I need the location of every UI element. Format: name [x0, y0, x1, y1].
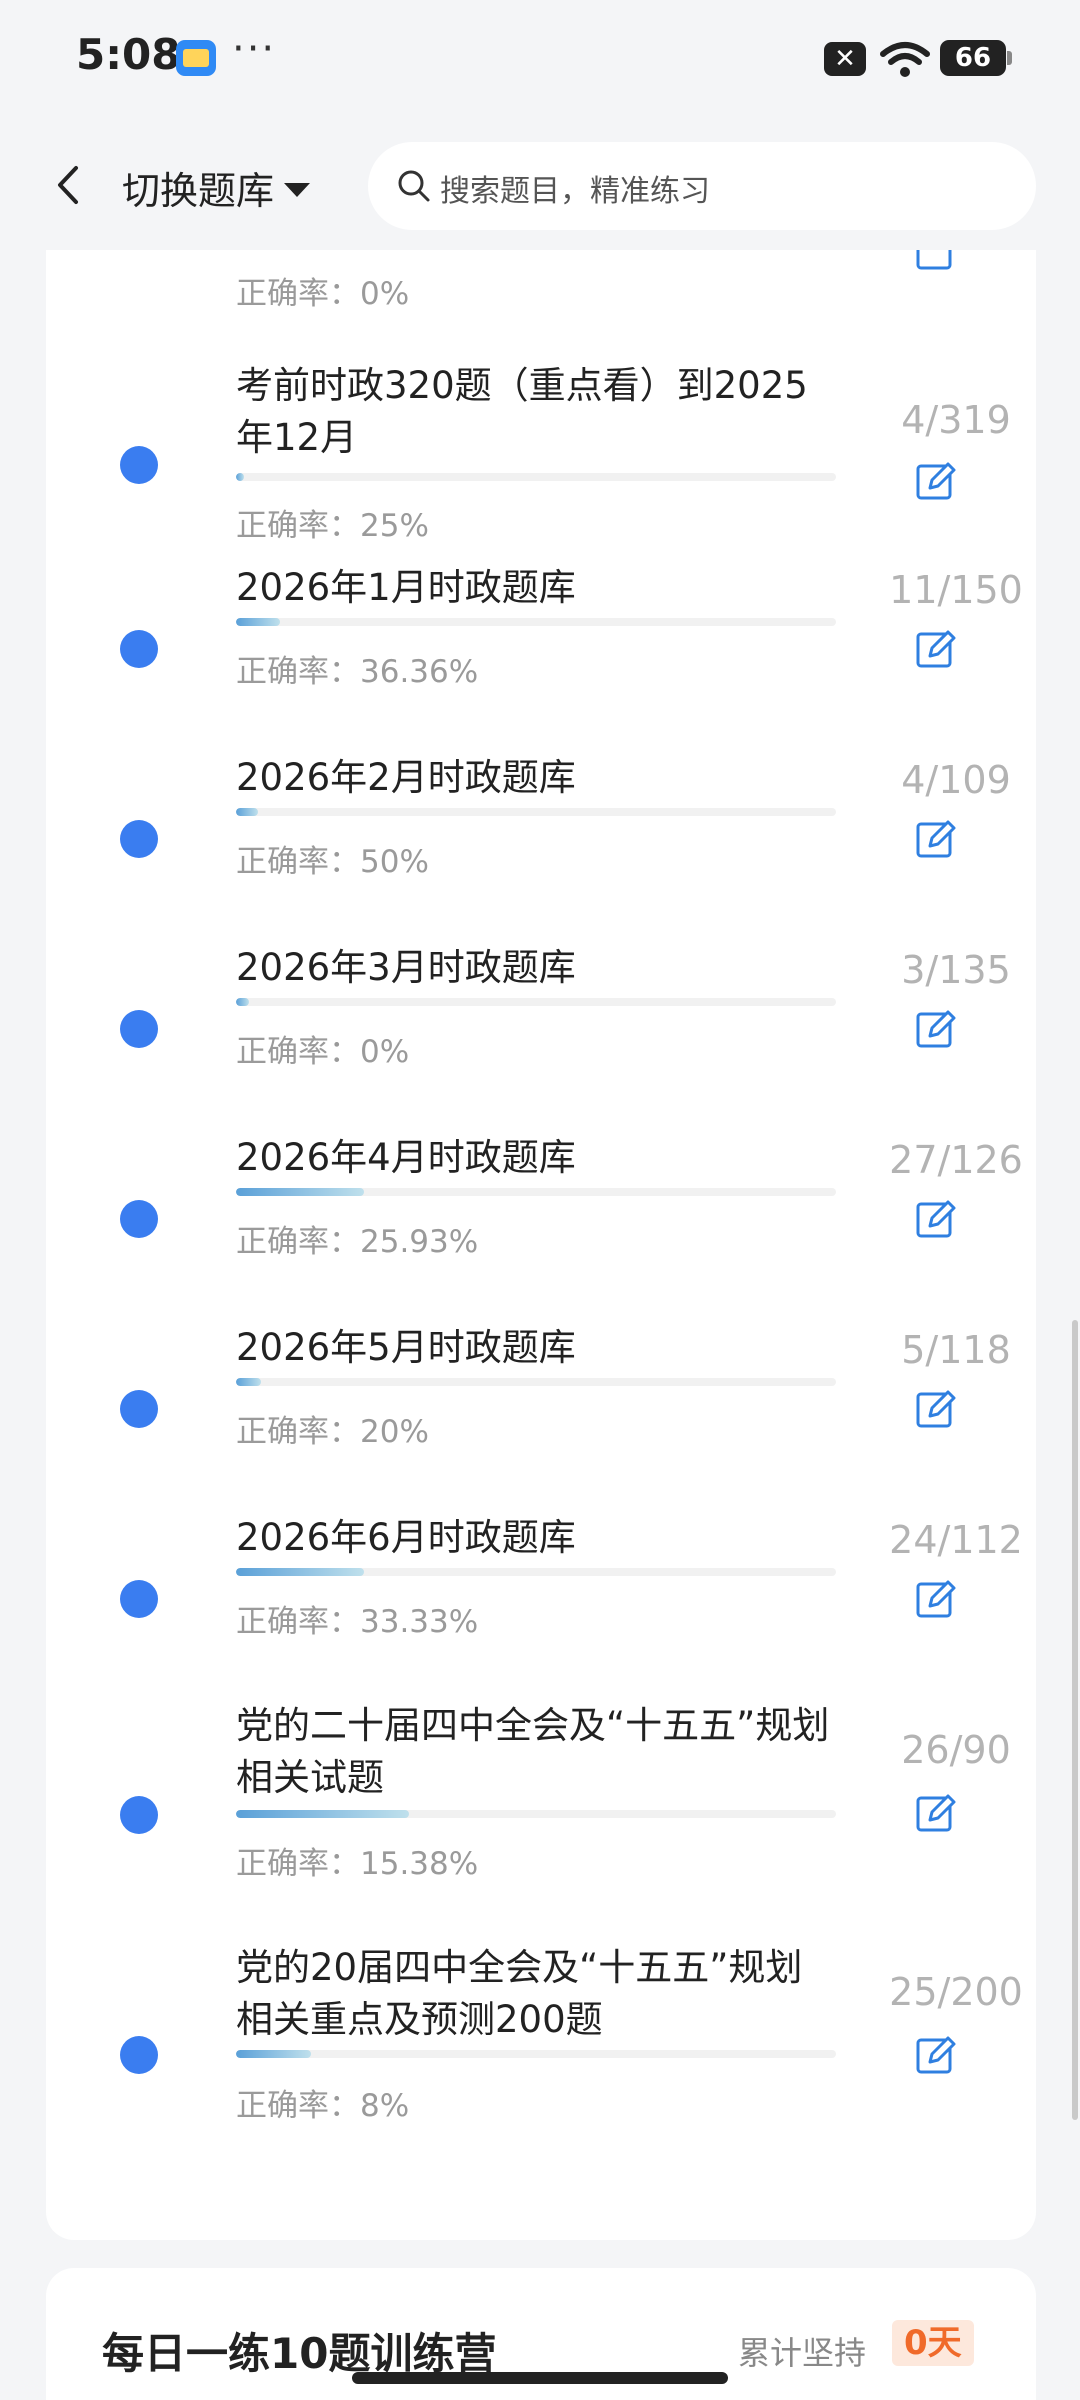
progress-fill: [236, 808, 259, 816]
partial-item-accuracy: 正确率：0%: [236, 276, 410, 312]
item-title: 2026年1月时政题库: [236, 566, 576, 609]
status-dot: [120, 1200, 158, 1238]
item-accuracy: 正确率：15.38%: [236, 1846, 479, 1882]
wifi-icon: [880, 42, 930, 77]
switch-bank-label: 切换题库: [122, 169, 275, 213]
progress-bar: [236, 1378, 836, 1386]
status-dot: [120, 1010, 158, 1048]
progress-fill: [236, 618, 280, 626]
progress-fill: [236, 473, 244, 481]
progress-fill: [236, 1810, 410, 1818]
item-title: 党的20届四中全会及“十五五”规划相关重点及预测200题: [236, 1946, 803, 2041]
progress-bar: [236, 2050, 836, 2058]
progress-bar: [236, 1810, 836, 1818]
item-title: 2026年3月时政题库: [236, 946, 576, 989]
question-bank-list: 正确率：0% 考前时政320题（重点看）到2025年12月 正确率：25% 4/…: [46, 160, 1036, 2240]
item-accuracy: 正确率：50%: [236, 844, 429, 880]
item-accuracy: 正确率：36.36%: [236, 654, 479, 690]
progress-bar: [236, 808, 836, 816]
search-icon: [398, 170, 430, 202]
edit-icon[interactable]: [914, 1008, 958, 1052]
item-title: 党的二十届四中全会及“十五五”规划相关试题: [236, 1704, 830, 1799]
progress-fill: [236, 1188, 365, 1196]
edit-icon[interactable]: [914, 2034, 958, 2078]
progress-fill: [236, 998, 250, 1006]
back-arrow-icon[interactable]: [48, 160, 88, 210]
progress-fill: [236, 1568, 365, 1576]
progress-fill: [236, 2050, 311, 2058]
item-count: 5/118: [901, 1328, 1011, 1372]
edit-icon[interactable]: [914, 1792, 958, 1836]
edit-icon[interactable]: [914, 1578, 958, 1622]
more-notifications-icon: ···: [232, 26, 277, 72]
status-bar: 5:08 ··· ✕ 66: [0, 0, 1080, 120]
status-dot: [120, 1390, 158, 1428]
item-title: 2026年5月时政题库: [236, 1326, 576, 1369]
item-count: 4/319: [901, 398, 1011, 442]
item-title: 2026年2月时政题库: [236, 756, 576, 799]
status-dot: [120, 446, 158, 484]
progress-bar: [236, 998, 836, 1006]
search-placeholder: 搜索题目，精准练习: [440, 174, 710, 209]
caret-down-icon: [284, 182, 311, 197]
item-accuracy: 正确率：25%: [236, 508, 429, 544]
item-accuracy: 正确率：20%: [236, 1414, 429, 1450]
edit-icon[interactable]: [914, 818, 958, 862]
item-accuracy: 正确率：8%: [236, 2088, 410, 2124]
streak-days-badge: 0天: [892, 2320, 974, 2366]
item-count: 24/112: [889, 1518, 1023, 1562]
item-count: 3/135: [901, 948, 1011, 992]
item-accuracy: 正确率：0%: [236, 1034, 410, 1070]
clock: 5:08: [76, 30, 181, 79]
scrollbar[interactable]: [1072, 1320, 1078, 2120]
wallet-app-icon: [176, 40, 216, 76]
status-dot: [120, 820, 158, 858]
status-dot: [120, 2036, 158, 2074]
mute-icon: ✕: [824, 42, 866, 76]
status-dot: [120, 1796, 158, 1834]
progress-fill: [236, 1378, 262, 1386]
item-title: 2026年6月时政题库: [236, 1516, 576, 1559]
progress-bar: [236, 1568, 836, 1576]
status-dot: [120, 630, 158, 668]
progress-bar: [236, 1188, 836, 1196]
home-indicator[interactable]: [352, 2372, 728, 2384]
top-header: 切换题库 搜索题目，精准练习: [0, 120, 1080, 250]
item-count: 11/150: [889, 568, 1023, 612]
progress-bar: [236, 473, 836, 481]
item-count: 4/109: [901, 758, 1011, 802]
item-title: 考前时政320题（重点看）到2025年12月: [236, 364, 808, 459]
edit-icon[interactable]: [914, 1198, 958, 1242]
edit-icon[interactable]: [914, 460, 958, 504]
item-count: 25/200: [889, 1970, 1023, 2014]
edit-icon[interactable]: [914, 1388, 958, 1432]
edit-icon[interactable]: [914, 628, 958, 672]
status-dot: [120, 1580, 158, 1618]
streak-label: 累计坚持: [738, 2334, 867, 2372]
progress-bar: [236, 618, 836, 626]
switch-question-bank-dropdown[interactable]: 切换题库: [122, 160, 311, 215]
search-input[interactable]: 搜索题目，精准练习: [368, 142, 1036, 230]
item-count: 27/126: [889, 1138, 1023, 1182]
item-accuracy: 正确率：33.33%: [236, 1604, 479, 1640]
item-accuracy: 正确率：25.93%: [236, 1224, 479, 1260]
battery-icon: 66: [940, 40, 1012, 76]
item-count: 26/90: [901, 1728, 1011, 1772]
item-title: 2026年4月时政题库: [236, 1136, 576, 1179]
